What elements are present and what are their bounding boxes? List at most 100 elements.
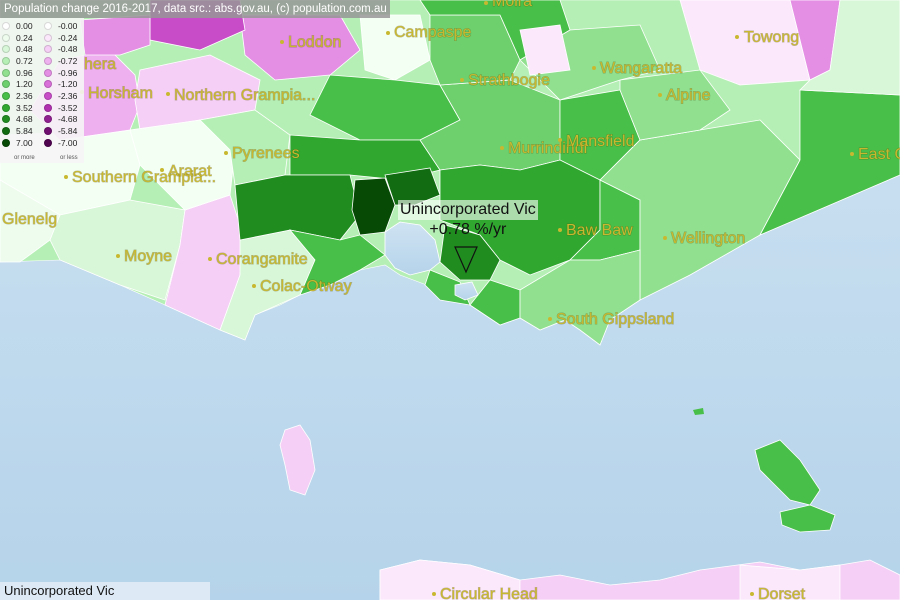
legend-positive-value: 0.00 bbox=[16, 20, 33, 31]
legend-negative-value: -0.72 bbox=[58, 55, 78, 66]
place-wellington-text: Wellington bbox=[671, 230, 745, 247]
place-towong-text: Towong bbox=[744, 29, 799, 46]
legend-negative-row: -0.96 bbox=[44, 67, 77, 79]
legend-positive-row: 0.00 bbox=[2, 20, 33, 32]
legend-negative-swatch bbox=[44, 80, 52, 89]
label-campaspe: Campaspe bbox=[386, 24, 472, 42]
legend-positive-value: 4.68 bbox=[16, 114, 33, 125]
legend-negative-row: -0.00 bbox=[44, 20, 77, 32]
legend-negative-value: -2.36 bbox=[58, 90, 78, 101]
place-hera-text: hera bbox=[84, 56, 116, 73]
legend-negative-swatch bbox=[44, 127, 52, 136]
legend-negative-swatch bbox=[44, 33, 52, 42]
label-dorset: Dorset bbox=[750, 586, 806, 600]
legend-positive-swatch bbox=[2, 138, 10, 147]
place-moyne-text: Moyne bbox=[124, 248, 172, 265]
label-pyrenees: Pyrenees bbox=[224, 145, 300, 163]
label-moyne: Moyne bbox=[116, 248, 173, 266]
legend-positive-swatch bbox=[2, 45, 10, 54]
place-glenelg-text: Glenelg bbox=[2, 211, 57, 228]
choropleth-map[interactable]: Moira Campaspe Loddon Towong Strathbogie… bbox=[0, 0, 900, 600]
legend-positive-value: 0.96 bbox=[16, 67, 33, 78]
label-horsham: Horsham bbox=[80, 85, 153, 103]
place-dorset-text: Dorset bbox=[758, 586, 806, 600]
legend-negative-value: -0.48 bbox=[58, 44, 78, 55]
legend-negative-value: -3.52 bbox=[58, 102, 78, 113]
legend-positive-row: 5.84 bbox=[2, 125, 33, 137]
place-corangamite-text: Corangamite bbox=[216, 251, 308, 268]
legend-positive-column: 0.00 0.24 0.48 0.72 0.96 1.20 2.36 3.52 4.68 5.84… bbox=[2, 20, 33, 149]
legend-negative-row: -2.36 bbox=[44, 90, 77, 102]
legend-negative-footnote: or less bbox=[60, 155, 78, 161]
legend-positive-value: 5.84 bbox=[16, 126, 33, 137]
place-south-gippsland-text: South Gippsland bbox=[556, 311, 674, 328]
label-towong: Towong bbox=[735, 29, 800, 47]
legend-negative-row: -5.84 bbox=[44, 125, 77, 137]
place-horsham-text: Horsham bbox=[88, 85, 153, 102]
legend-positive-value: 2.36 bbox=[16, 90, 33, 101]
legend-positive-row: 4.68 bbox=[2, 114, 33, 126]
title-bar: Population change 2016-2017, data src.: … bbox=[0, 0, 390, 18]
place-loddon-text: Loddon bbox=[288, 34, 341, 51]
place-moira-text: Moira bbox=[492, 0, 532, 10]
legend-positive-row: 0.96 bbox=[2, 67, 33, 79]
legend-positive-value: 7.00 bbox=[16, 137, 33, 148]
place-east-gippsland-text: East Gi bbox=[858, 146, 900, 163]
label-mansfield: Mansfield bbox=[558, 133, 635, 151]
legend-negative-column: -0.00 -0.24 -0.48 -0.72 -0.96 -1.20 -2.36 -3.52… bbox=[44, 20, 77, 149]
place-baw-baw-text: Baw Baw bbox=[566, 222, 633, 239]
legend-positive-swatch bbox=[2, 80, 10, 89]
legend-negative-value: -4.68 bbox=[58, 114, 78, 125]
legend-positive-row: 0.24 bbox=[2, 32, 33, 44]
label-east-gippsland: East Gi bbox=[850, 146, 900, 164]
legend: 0.00 0.24 0.48 0.72 0.96 1.20 2.36 3.52 4.68 5.84… bbox=[0, 18, 84, 163]
legend-negative-value: -0.24 bbox=[58, 32, 78, 43]
legend-negative-swatch bbox=[44, 45, 52, 54]
region-callout: Unincorporated Vic +0.78 %/yr bbox=[398, 200, 538, 240]
callout-region-name: Unincorporated Vic bbox=[398, 200, 538, 220]
legend-negative-value: -1.20 bbox=[58, 79, 78, 90]
label-moira: Moira bbox=[484, 0, 533, 11]
legend-negative-swatch bbox=[44, 103, 52, 112]
legend-negative-value: -5.84 bbox=[58, 126, 78, 137]
label-hera: hera bbox=[84, 56, 117, 74]
legend-negative-row: -0.48 bbox=[44, 43, 77, 55]
legend-positive-value: 0.48 bbox=[16, 44, 33, 55]
place-mansfield-text: Mansfield bbox=[566, 133, 634, 150]
callout-region-value: +0.78 %/yr bbox=[429, 221, 507, 238]
legend-negative-row: -0.72 bbox=[44, 55, 77, 67]
legend-negative-swatch bbox=[44, 56, 52, 65]
legend-negative-row: -7.00 bbox=[44, 137, 77, 149]
legend-negative-swatch bbox=[44, 91, 52, 100]
label-glenelg: Glenelg bbox=[2, 211, 58, 229]
region-ballarat[interactable] bbox=[234, 174, 361, 241]
legend-positive-footnote: or more bbox=[14, 155, 35, 161]
label-baw-baw: Baw Baw bbox=[558, 222, 634, 240]
legend-negative-swatch bbox=[44, 138, 52, 147]
label-wangaratta: Wangaratta bbox=[592, 60, 683, 78]
legend-positive-value: 1.20 bbox=[16, 79, 33, 90]
label-ararat: Ararat bbox=[160, 163, 213, 181]
legend-positive-row: 2.36 bbox=[2, 90, 33, 102]
legend-negative-value: -0.00 bbox=[58, 20, 78, 31]
legend-positive-row: 7.00 bbox=[2, 137, 33, 149]
place-circular-head-text: Circular Head bbox=[440, 586, 538, 600]
legend-negative-value: -0.96 bbox=[58, 67, 78, 78]
place-ararat-text: Ararat bbox=[168, 163, 212, 180]
legend-positive-swatch bbox=[2, 68, 10, 77]
legend-negative-swatch bbox=[44, 21, 52, 30]
legend-positive-swatch bbox=[2, 33, 10, 42]
label-circular-head: Circular Head bbox=[432, 586, 538, 600]
legend-positive-row: 0.72 bbox=[2, 55, 33, 67]
legend-positive-swatch bbox=[2, 91, 10, 100]
legend-negative-row: -3.52 bbox=[44, 102, 77, 114]
place-strathbogie-text: Strathbogie bbox=[468, 72, 550, 89]
label-strathbogie: Strathbogie bbox=[460, 72, 550, 90]
label-alpine: Alpine bbox=[658, 87, 711, 105]
legend-positive-row: 0.48 bbox=[2, 43, 33, 55]
legend-negative-swatch bbox=[44, 115, 52, 124]
legend-positive-swatch bbox=[2, 115, 10, 124]
label-wellington: Wellington bbox=[663, 230, 746, 248]
label-colac-otway: Colac-Otway bbox=[252, 278, 352, 296]
status-bar: Unincorporated Vic bbox=[0, 582, 210, 600]
